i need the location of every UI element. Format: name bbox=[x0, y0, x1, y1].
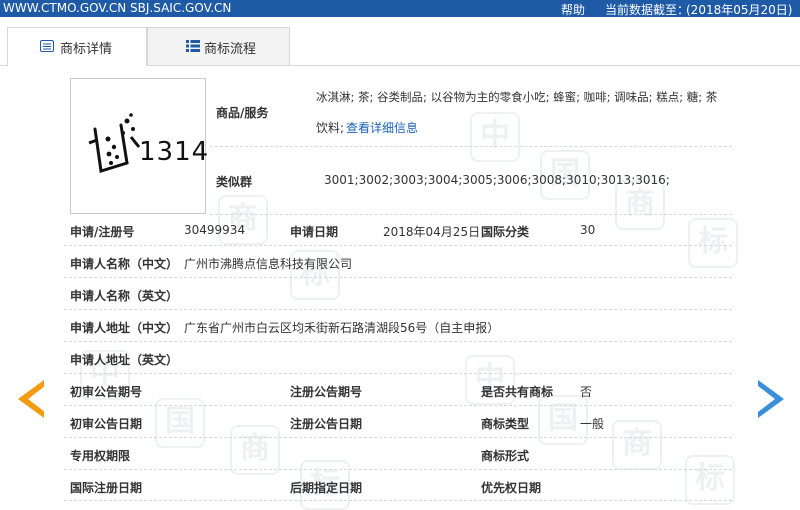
similar-group-value: 3001;3002;3003;3004;3005;3006;3008;3010;… bbox=[324, 173, 670, 187]
app-date-label: 申请日期 bbox=[290, 225, 339, 239]
watermark-mark: 商 bbox=[218, 195, 268, 245]
top-bar: WWW.CTMO.GOV.CN SBJ.SAIC.GOV.CN 帮助 当前数据截… bbox=[0, 0, 800, 17]
applicant-cn-value: 广州市沸腾点信息科技有限公司 bbox=[184, 257, 353, 271]
reg-pub-no-label: 注册公告期号 bbox=[290, 385, 363, 399]
address-cn-value: 广东省广州市白云区均禾街新石路清湖段56号（自主申报） bbox=[184, 321, 500, 335]
prelim-no-label: 初审公告期号 bbox=[70, 385, 143, 399]
tab-trademark-flow[interactable]: 商标流程 bbox=[147, 27, 290, 65]
watermark-mark: 标 bbox=[685, 455, 735, 505]
divider bbox=[64, 277, 732, 278]
address-en-label: 申请人地址（英文） bbox=[70, 353, 179, 367]
watermark-mark: 商 bbox=[612, 420, 662, 470]
divider bbox=[64, 500, 732, 501]
app-date-value: 2018年04月25日 bbox=[383, 225, 481, 239]
divider bbox=[64, 469, 732, 470]
shared-value: 否 bbox=[580, 385, 593, 399]
trademark-image: 1314 bbox=[70, 78, 210, 214]
help-link[interactable]: 帮助 bbox=[561, 1, 585, 18]
reg-no-value: 30499934 bbox=[184, 223, 246, 237]
divider bbox=[64, 373, 732, 374]
tab-label: 商标详情 bbox=[60, 42, 113, 57]
applicant-en-label: 申请人名称（英文） bbox=[70, 289, 179, 303]
divider bbox=[210, 214, 732, 215]
divider bbox=[64, 405, 732, 406]
address-cn-label: 申请人地址（中文） bbox=[70, 321, 179, 335]
tm-type-value: 一般 bbox=[580, 417, 605, 431]
goods-value-line1: 冰淇淋; 茶; 谷类制品; 以谷物为主的零食小吃; 蜂蜜; 咖啡; 调味品; 糕… bbox=[316, 90, 718, 104]
divider bbox=[64, 309, 732, 310]
divider bbox=[64, 437, 732, 438]
watermark-mark: 商 bbox=[230, 425, 280, 475]
watermark-mark: 中 bbox=[470, 112, 520, 162]
divider bbox=[64, 245, 732, 246]
watermark-mark: 标 bbox=[688, 218, 738, 268]
shared-label: 是否共有商标 bbox=[481, 385, 554, 399]
tab-label: 商标流程 bbox=[204, 42, 257, 57]
view-details-link[interactable]: 查看详细信息 bbox=[346, 119, 418, 136]
tab-trademark-details[interactable]: 商标详情 bbox=[7, 27, 147, 66]
reg-pub-date-label: 注册公告日期 bbox=[290, 417, 363, 431]
divider bbox=[64, 341, 732, 342]
similar-group-label: 类似群 bbox=[216, 175, 253, 189]
tab-strip: 商标详情 商标流程 bbox=[0, 17, 800, 66]
prelim-date-label: 初审公告日期 bbox=[70, 417, 143, 431]
data-date-label: 当前数据截至： bbox=[605, 3, 690, 17]
next-arrow-cutout bbox=[758, 386, 775, 412]
intl-class-label: 国际分类 bbox=[481, 225, 530, 239]
site-urls[interactable]: WWW.CTMO.GOV.CN SBJ.SAIC.GOV.CN bbox=[3, 1, 231, 15]
trademark-text: 1314 bbox=[139, 137, 210, 167]
doc-list-icon bbox=[40, 40, 54, 52]
tm-form-label: 商标形式 bbox=[481, 449, 530, 463]
prev-arrow-cutout bbox=[28, 386, 45, 412]
divider bbox=[210, 146, 732, 147]
intl-reg-date-label: 国际注册日期 bbox=[70, 481, 143, 495]
goods-label: 商品/服务 bbox=[216, 106, 269, 120]
intl-class-value: 30 bbox=[580, 223, 596, 237]
priority-date-label: 优先权日期 bbox=[481, 481, 542, 495]
exclusive-period-label: 专用权期限 bbox=[70, 449, 131, 463]
flow-list-icon bbox=[186, 40, 200, 52]
later-date-label: 后期指定日期 bbox=[290, 481, 363, 495]
reg-no-label: 申请/注册号 bbox=[70, 225, 135, 239]
data-date-value: (2018年05月20日) bbox=[686, 3, 793, 17]
applicant-cn-label: 申请人名称（中文） bbox=[70, 257, 179, 271]
goods-value-line2: 饮料; bbox=[316, 121, 345, 135]
tm-type-label: 商标类型 bbox=[481, 417, 530, 431]
watermark-mark: 商 bbox=[615, 180, 665, 230]
